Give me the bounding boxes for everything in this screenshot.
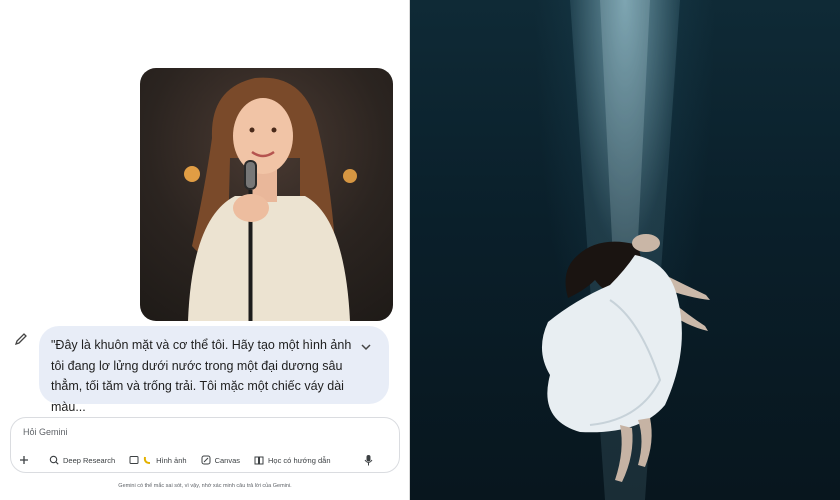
generated-image-panel xyxy=(410,0,840,500)
gemini-chat-panel: "Đây là khuôn mặt và cơ thể tôi. Hãy tạo… xyxy=(0,0,410,500)
canvas-icon xyxy=(201,455,211,465)
book-icon xyxy=(254,456,264,465)
add-attachment-button[interactable] xyxy=(19,452,33,468)
plus-icon xyxy=(20,456,28,464)
underwater-woman-image[interactable] xyxy=(410,0,840,500)
microphone-button[interactable] xyxy=(364,452,377,468)
guided-learning-button[interactable]: Học có hướng dẫn xyxy=(254,452,331,468)
singer-photo-illustration xyxy=(184,77,357,321)
guided-learning-label: Học có hướng dẫn xyxy=(268,455,331,465)
chat-input-placeholder[interactable]: Hỏi Gemini xyxy=(23,427,68,437)
microphone-icon xyxy=(364,455,373,466)
canvas-label: Canvas xyxy=(214,455,241,465)
edit-pencil-icon[interactable] xyxy=(14,332,28,346)
banana-icon xyxy=(143,456,151,464)
chat-input-box[interactable]: Hỏi Gemini Deep Research Hình ảnh Canvas… xyxy=(10,417,400,473)
input-toolbar: Deep Research Hình ảnh Canvas Học có hướ… xyxy=(19,452,391,468)
image-tool-label: Hình ảnh xyxy=(156,455,187,465)
deep-research-label: Deep Research xyxy=(63,455,116,465)
chevron-down-icon[interactable] xyxy=(359,340,373,354)
uploaded-photo[interactable] xyxy=(140,68,393,321)
deep-research-button[interactable]: Deep Research xyxy=(49,452,115,468)
image-icon xyxy=(129,456,139,464)
deep-research-icon xyxy=(49,455,59,465)
user-prompt-bubble: "Đây là khuôn mặt và cơ thể tôi. Hãy tạo… xyxy=(39,326,389,414)
canvas-button[interactable]: Canvas xyxy=(201,452,240,468)
image-tool-button[interactable]: Hình ảnh xyxy=(129,452,187,468)
disclaimer-text: Gemini có thể mắc sai sót, vì vậy, nhớ x… xyxy=(118,483,292,489)
prompt-text: "Đây là khuôn mặt và cơ thể tôi. Hãy tạo… xyxy=(51,338,352,414)
